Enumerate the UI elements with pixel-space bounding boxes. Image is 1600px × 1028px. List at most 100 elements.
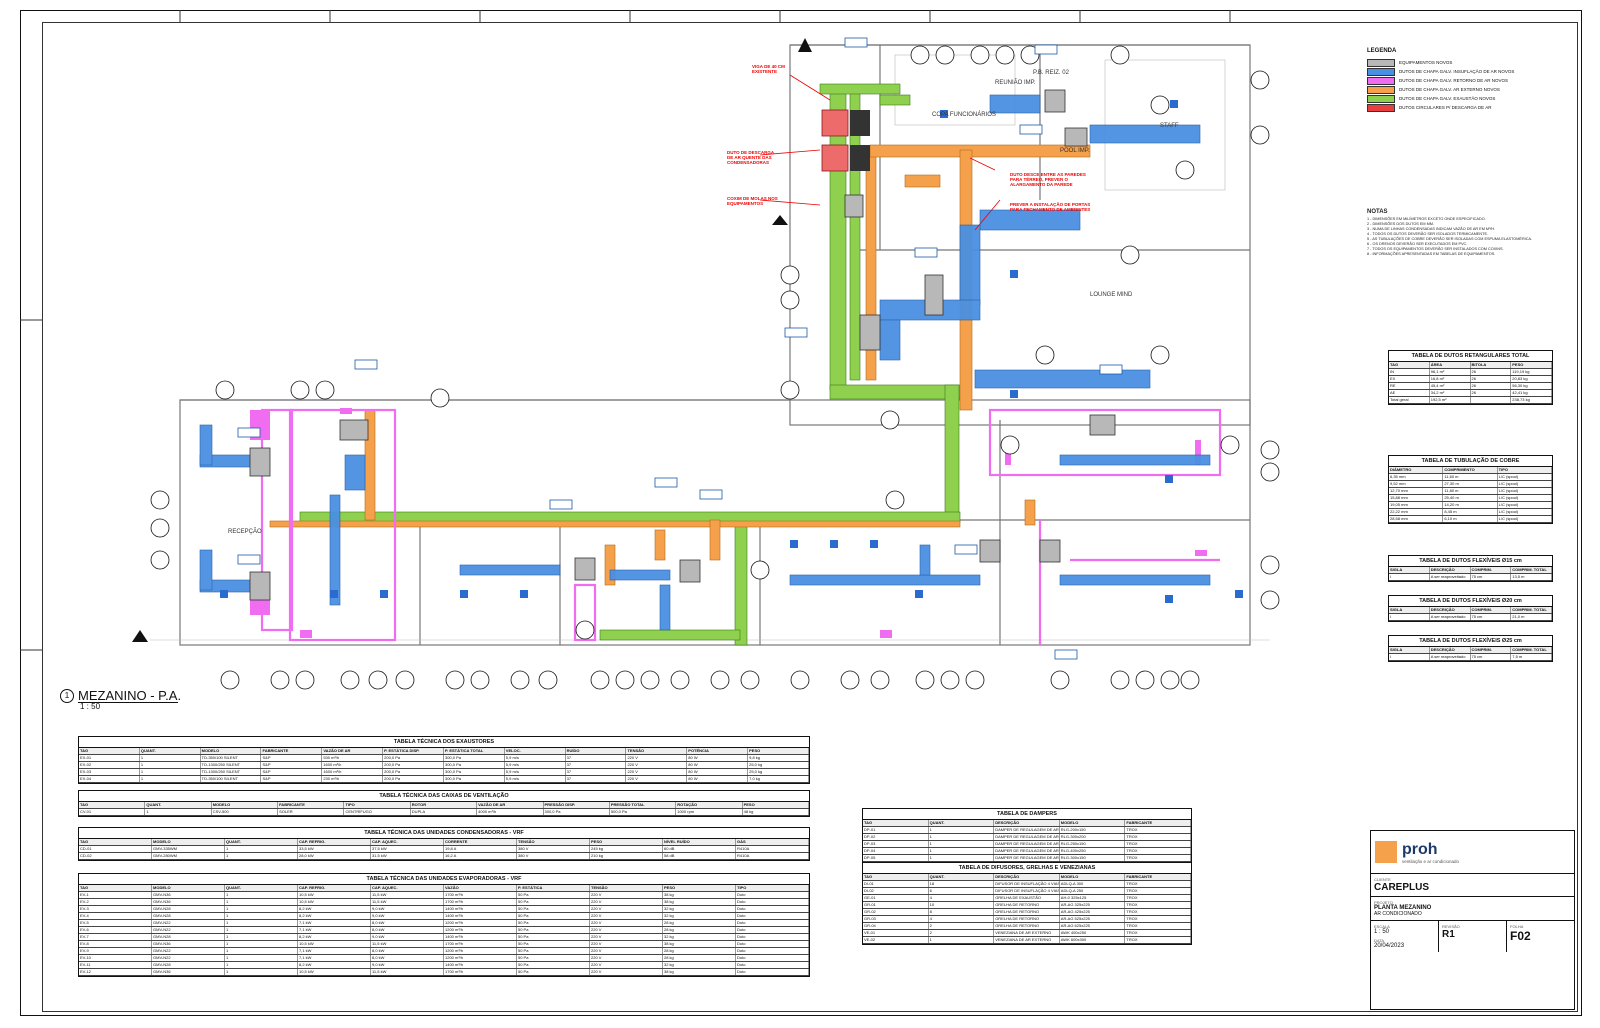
table-header-cell: SIGLA: [1389, 567, 1430, 573]
table-row: IN 96,1 m² 26 119,19 kg: [1389, 369, 1552, 376]
legend-item: EQUIPAMENTOS NOVOS: [1367, 58, 1575, 67]
table-cell: TROX: [1125, 937, 1191, 943]
table-cell: GMV-335WM: [152, 846, 225, 852]
table-cell: GRELHA DE RETORNO: [994, 923, 1060, 929]
table-cell: 8,0 kW: [371, 948, 444, 954]
table-cell: ADLQ-A 300: [1060, 881, 1126, 887]
table-cell: TROX: [1125, 855, 1191, 861]
table-cell: 1400 m³/h: [444, 906, 517, 912]
table-title: TABELA TÉCNICA DAS UNIDADES EVAPORADORAS…: [79, 874, 809, 885]
table-title: TABELA DE DUTOS FLEXÍVEIS Ø20 cm: [1389, 596, 1552, 607]
table-cell: Duto: [736, 913, 809, 919]
table-cell: 1: [225, 969, 298, 975]
table-row: VE-02 1 VENEZIANA DE AR EXTERNO AWK 600x300…: [863, 937, 1191, 944]
table-cell: GR-01: [863, 902, 929, 908]
table-row: CD-01 GMV-335WM 1 33,5 kW 37,5 kW 19,8 A 380 V…: [79, 846, 809, 853]
table-header-cell: COMPRIM.: [1471, 647, 1512, 653]
table-header-cell: COMPRIMENTO: [1443, 467, 1498, 473]
table-header-cell: FABRICANTE: [261, 748, 323, 754]
table-cell: 380 V: [517, 846, 590, 852]
table-cell: GRELHA DE EXAUSTÃO: [994, 895, 1060, 901]
legend-item: DUTOS DE CHAPA GALV. INSUFLAÇÃO DE AR NO…: [1367, 67, 1575, 76]
table-cell: GMV-N22: [152, 955, 225, 961]
table-cell: TROX: [1125, 827, 1191, 833]
table-cell: 37: [566, 762, 627, 768]
table-cell: Duto: [736, 906, 809, 912]
table-cell: Duto: [736, 948, 809, 954]
table-cell: 220 V: [626, 776, 688, 782]
discipline: AR CONDICIONADO: [1374, 911, 1422, 917]
table-cell: AR-AG 425x225: [1060, 909, 1126, 915]
table-cell: RLG-250x150: [1060, 841, 1126, 847]
table-row: EV-9 GMV-N22 1 7,1 kW 8,0 kW 1200 m³/h 50 Pa 22…: [79, 948, 809, 955]
table-cell: 8,0 kW: [371, 920, 444, 926]
table-header-cell: COMPRIM.: [1471, 607, 1512, 613]
table-cell: 50 Pa: [517, 962, 590, 968]
table-cell: VE-01: [863, 930, 929, 936]
table-dampers: TABELA DE DAMPERS TAG QUANT. DESCRIÇÃO MODEL…: [862, 808, 1192, 863]
table-flexiveis-20: TABELA DE DUTOS FLEXÍVEIS Ø20 cm SIGLA DES…: [1388, 595, 1553, 622]
table-cell: 6: [929, 888, 995, 894]
legend-item: DUTOS CIRCULARES P/ DESCARGA DE AR: [1367, 103, 1575, 112]
table-title: TABELA DE DIFUSORES, GRELHAS E VENEZIANA…: [863, 863, 1191, 874]
table-cell: 58 dB: [663, 853, 736, 859]
legend-swatch: [1367, 67, 1395, 76]
room-label-recepcao: RECEPÇÃO: [228, 529, 262, 535]
table-cell: CD-01: [79, 846, 152, 852]
table-cell: 1: [225, 934, 298, 940]
table-cell: 500,0 Pa: [610, 809, 677, 815]
table-cell: 1700 m³/h: [444, 892, 517, 898]
table-cell: S&P: [261, 762, 323, 768]
table-cell: DI-01: [863, 881, 929, 887]
note-line: 8 - INFORMAÇÕES APRESENTADAS EM TABELAS …: [1367, 252, 1496, 256]
table-header-cell: DESCRIÇÃO: [1430, 607, 1471, 613]
table-cell: TROX: [1125, 841, 1191, 847]
company-tagline: ventilação e ar condicionado: [1402, 858, 1460, 864]
table-title: TABELA DE DUTOS FLEXÍVEIS Ø25 cm: [1389, 636, 1552, 647]
table-cell: 4: [929, 916, 995, 922]
legend-item: DUTOS DE CHAPA GALV. EXAUSTÃO NOVOS: [1367, 94, 1575, 103]
table-condensadoras: TABELA TÉCNICA DAS UNIDADES CONDENSADORA…: [78, 827, 810, 861]
table-header-cell: POTÊNCIA: [687, 748, 749, 754]
table-cell: AWK 400x250: [1060, 930, 1126, 936]
red-note-coxim: COXIM DE MOLAS NOS EQUIPAMENTOS: [727, 196, 778, 206]
table-cell: DAMPER DE REGULAGEM DE AR: [995, 827, 1060, 833]
table-cell: 7,5 m: [1511, 654, 1552, 660]
table-cell: 18: [929, 881, 995, 887]
table-row: DI-01 18 DIFUSOR DE INSUFLAÇÃO 4 VIAS ADLQ-…: [863, 881, 1191, 888]
table-cell: 5,9 m/s: [505, 776, 566, 782]
table-title: TABELA DE DUTOS RETANGULARES TOTAL: [1389, 351, 1552, 362]
table-header-cell: SIGLA: [1389, 607, 1430, 613]
table-header-cell: VELOC.: [505, 748, 566, 754]
table-header-cell: FABRICANTE: [1125, 874, 1191, 880]
table-cell: 37: [566, 769, 627, 775]
table-cell: 238,73 kg: [1511, 397, 1552, 403]
table-cell: 1: [225, 941, 298, 947]
table-row: DP-01 1 DAMPER DE REGULAGEM DE AR RLG-200x1…: [863, 827, 1191, 834]
table-cell: I: [1389, 574, 1430, 580]
table-header-row: TAG QUANT. DESCRIÇÃO MODELO FABRICANTE: [863, 820, 1191, 827]
table-cell: 220 V: [590, 941, 663, 947]
table-cell: 1: [929, 937, 995, 943]
table-row: EX-01 1 TD-350/100 SILENT S&P 530 m³/h 200,0 …: [79, 755, 809, 762]
table-title: TABELA DE TUBULAÇÃO DE COBRE: [1389, 456, 1552, 467]
table-cell: 1: [929, 827, 995, 833]
table-cell: 28,0 kW: [298, 853, 371, 859]
table-cell: 1: [140, 762, 201, 768]
company-name: proh: [1402, 840, 1438, 858]
table-cell: DAMPER DE REGULAGEM DE AR: [995, 834, 1060, 840]
table-cell: 37: [566, 776, 627, 782]
table-cell: 1: [929, 841, 995, 847]
table-cell: Duto: [736, 962, 809, 968]
table-row: EX-03 1 TD-1300/250 SILENT S&P 1600 m³/h 200,…: [79, 769, 809, 776]
table-header-cell: QUANT.: [140, 748, 201, 754]
table-header-cell: RUÍDO: [566, 748, 627, 754]
table-header-cell: COMPRIM. TOTAL: [1511, 567, 1552, 573]
red-note-portas: PREVER A INSTALAÇÃO DE PORTAS PARA FECHA…: [1010, 202, 1091, 212]
table-cell: GRELHA DE RETORNO: [994, 916, 1060, 922]
room-label-pool: POOL IMP.: [1060, 148, 1090, 154]
table-cell: 4000 m³/h: [477, 809, 544, 815]
table-cell: 38 kg: [663, 892, 736, 898]
table-row: GE-01 4 GRELHA DE EXAUSTÃO AH-0 325x125 TROX: [863, 895, 1191, 902]
table-row: GR-03 4 GRELHA DE RETORNO AR-AG 525x225 TROX: [863, 916, 1191, 923]
